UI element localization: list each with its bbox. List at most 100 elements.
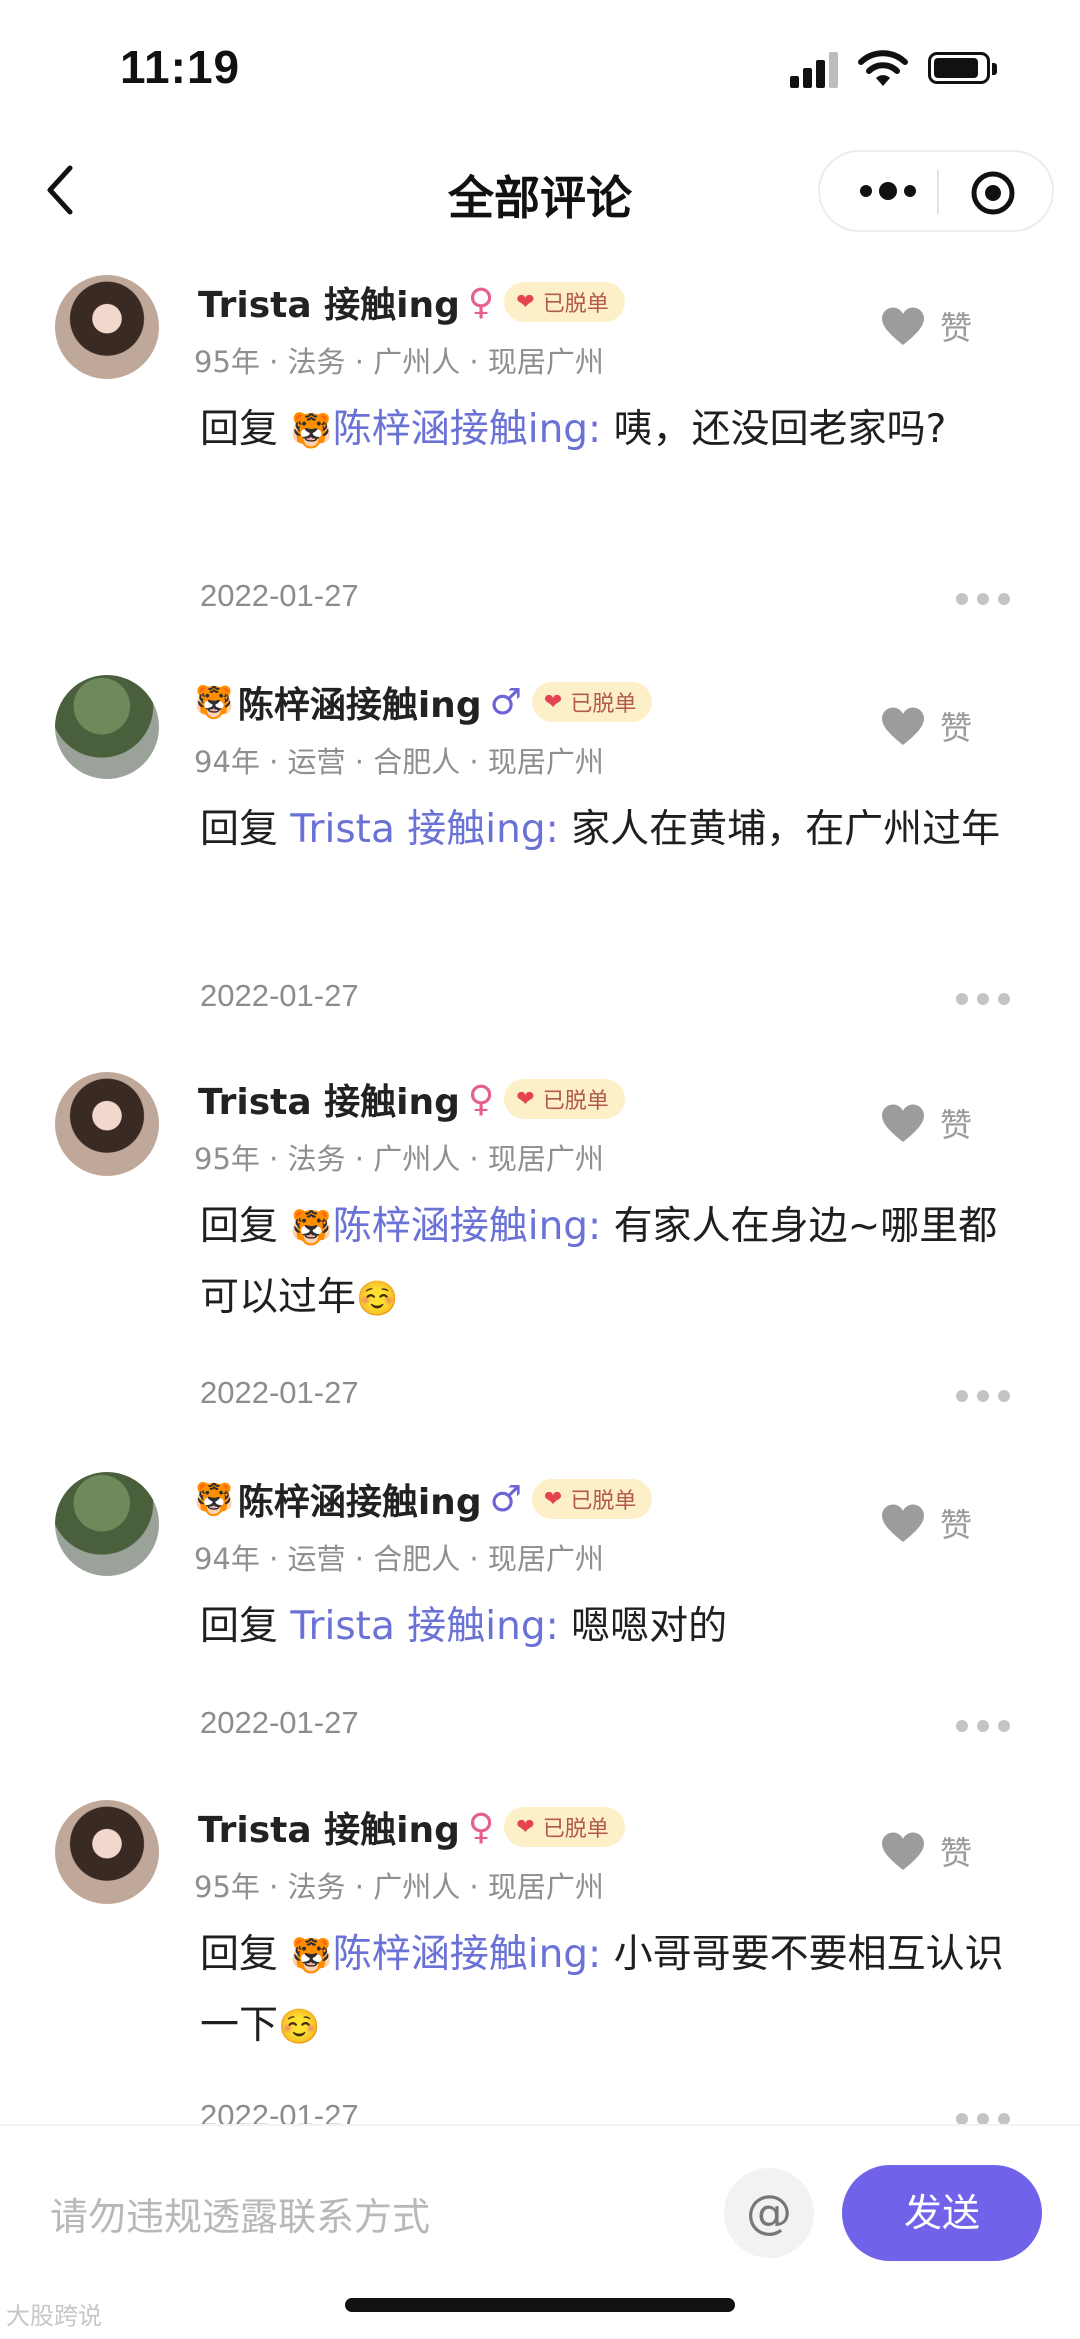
commenter-name[interactable]: Trista 接触ing bbox=[198, 1801, 460, 1853]
comment-header: Trista 接触ing ♀ ❤ 已脱单 bbox=[194, 276, 625, 328]
status-badge: ❤ 已脱单 bbox=[504, 1807, 625, 1847]
badge-label: 已脱单 bbox=[542, 1089, 609, 1114]
badge-label: 已脱单 bbox=[542, 292, 609, 317]
comment-body: 回复 🐯陈梓涵接触ing: 咦，还没回老家吗? bbox=[200, 395, 1020, 466]
mention-link[interactable]: Trista 接触ing: bbox=[290, 807, 558, 852]
mention-link[interactable]: 陈梓涵接触ing: bbox=[333, 1932, 601, 1977]
heart-icon bbox=[882, 707, 924, 745]
mention-link[interactable]: 陈梓涵接触ing: bbox=[333, 1204, 601, 1249]
reply-prefix: 回复 bbox=[200, 807, 291, 852]
commenter-meta: 95年 · 法务 · 广州人 · 现居广州 bbox=[194, 1870, 604, 1904]
like-label: 赞 bbox=[940, 1506, 973, 1544]
comment-more-icon[interactable] bbox=[956, 1720, 1010, 1734]
comment-date: 2022-01-27 bbox=[200, 578, 359, 613]
like-button[interactable]: 赞 bbox=[880, 1828, 972, 1874]
comment-header: Trista 接触ing ♀ ❤ 已脱单 bbox=[194, 1073, 625, 1125]
like-button[interactable]: 赞 bbox=[880, 1500, 972, 1546]
badge-label: 已脱单 bbox=[542, 1817, 609, 1842]
reply-prefix: 回复 bbox=[200, 1204, 291, 1249]
heart-icon bbox=[882, 307, 924, 345]
status-badge: ❤ 已脱单 bbox=[504, 282, 625, 322]
commenter-meta: 94年 · 运营 · 合肥人 · 现居广州 bbox=[194, 745, 604, 779]
mention-link[interactable]: 陈梓涵接触ing: bbox=[333, 407, 601, 452]
avatar[interactable] bbox=[55, 1072, 159, 1176]
heart-badge-icon: ❤ bbox=[516, 1086, 535, 1112]
comment-text: 咦，还没回老家吗? bbox=[601, 407, 947, 452]
comment-header: Trista 接触ing ♀ ❤ 已脱单 bbox=[194, 1801, 625, 1853]
comment-input[interactable]: 请勿违规透露联系方式 bbox=[50, 2186, 430, 2241]
commenter-name[interactable]: Trista 接触ing bbox=[198, 1073, 460, 1125]
comment-header: 🐯 陈梓涵接触ing ♂ ❤ 已脱单 bbox=[194, 1473, 653, 1525]
mention-emoji: 🐯 bbox=[290, 1208, 333, 1248]
male-icon: ♂ bbox=[489, 681, 522, 723]
status-badge: ❤ 已脱单 bbox=[504, 1079, 625, 1119]
female-icon: ♀ bbox=[467, 1806, 495, 1848]
mention-link[interactable]: Trista 接触ing: bbox=[290, 1604, 558, 1649]
commenter-name[interactable]: 陈梓涵接触ing bbox=[238, 676, 482, 728]
status-time: 11:19 bbox=[120, 41, 241, 93]
watermark: 大股跨说 bbox=[6, 2302, 102, 2330]
reply-prefix: 回复 bbox=[200, 1604, 291, 1649]
comment-body: 回复 🐯陈梓涵接触ing: 有家人在身边~哪里都可以过年☺️ bbox=[200, 1192, 1020, 1334]
comment-text: 嗯嗯对的 bbox=[558, 1604, 728, 1649]
status-badge: ❤ 已脱单 bbox=[531, 682, 653, 722]
avatar[interactable] bbox=[55, 675, 159, 779]
heart-badge-icon: ❤ bbox=[516, 289, 535, 315]
like-button[interactable]: 赞 bbox=[880, 703, 972, 749]
send-button[interactable]: 发送 bbox=[842, 2165, 1042, 2261]
commenter-meta: 95年 · 法务 · 广州人 · 现居广州 bbox=[194, 345, 604, 379]
comment-text: 家人在黄埔，在广州过年 bbox=[558, 807, 1001, 852]
comment-date: 2022-01-27 bbox=[200, 978, 359, 1013]
home-indicator[interactable] bbox=[345, 2298, 735, 2312]
avatar[interactable] bbox=[55, 1472, 159, 1576]
comment-body: 回复 🐯陈梓涵接触ing: 小哥哥要不要相互认识一下☺️ bbox=[200, 1920, 1020, 2062]
female-icon: ♀ bbox=[467, 1078, 495, 1120]
nav-bar: 全部评论 bbox=[0, 140, 1080, 240]
commenter-meta: 95年 · 法务 · 广州人 · 现居广州 bbox=[194, 1142, 604, 1176]
cellular-signal-icon bbox=[790, 52, 840, 88]
name-emoji: 🐯 bbox=[194, 683, 234, 721]
trailing-emoji: ☺️ bbox=[278, 2007, 321, 2047]
comment-header: 🐯 陈梓涵接触ing ♂ ❤ 已脱单 bbox=[194, 676, 653, 728]
heart-badge-icon: ❤ bbox=[516, 1814, 535, 1840]
mention-emoji: 🐯 bbox=[290, 1936, 333, 1976]
commenter-name[interactable]: 陈梓涵接触ing bbox=[238, 1473, 482, 1525]
comment-more-icon[interactable] bbox=[956, 1390, 1010, 1404]
commenter-name[interactable]: Trista 接触ing bbox=[198, 276, 460, 328]
commenter-meta: 94年 · 运营 · 合肥人 · 现居广州 bbox=[194, 1542, 604, 1576]
avatar[interactable] bbox=[55, 275, 159, 379]
reply-prefix: 回复 bbox=[200, 407, 291, 452]
heart-badge-icon: ❤ bbox=[543, 1486, 563, 1512]
comment-date: 2022-01-27 bbox=[200, 1705, 359, 1740]
heart-icon bbox=[882, 1104, 924, 1142]
like-label: 赞 bbox=[940, 309, 973, 347]
heart-icon bbox=[882, 1832, 924, 1870]
close-mini-program-icon[interactable] bbox=[970, 170, 1016, 216]
status-badge: ❤ 已脱单 bbox=[531, 1479, 653, 1519]
mini-program-capsule bbox=[818, 150, 1054, 232]
heart-icon bbox=[882, 1504, 924, 1542]
comment-body: 回复 Trista 接触ing: 嗯嗯对的 bbox=[200, 1592, 1020, 1663]
like-button[interactable]: 赞 bbox=[880, 303, 972, 349]
avatar[interactable] bbox=[55, 1800, 159, 1904]
comment-more-icon[interactable] bbox=[956, 593, 1010, 607]
name-emoji: 🐯 bbox=[194, 1480, 234, 1518]
status-bar: 11:19 bbox=[0, 0, 1080, 140]
like-label: 赞 bbox=[940, 1106, 973, 1144]
badge-label: 已脱单 bbox=[570, 1489, 637, 1514]
like-label: 赞 bbox=[940, 709, 973, 747]
like-button[interactable]: 赞 bbox=[880, 1100, 972, 1146]
badge-label: 已脱单 bbox=[570, 692, 637, 717]
more-options-icon[interactable] bbox=[856, 176, 926, 206]
female-icon: ♀ bbox=[467, 281, 495, 323]
mention-emoji: 🐯 bbox=[290, 411, 333, 451]
capsule-divider bbox=[937, 170, 939, 214]
comment-more-icon[interactable] bbox=[956, 993, 1010, 1007]
reply-prefix: 回复 bbox=[200, 1932, 291, 1977]
mention-button[interactable]: @ bbox=[724, 2168, 814, 2258]
wifi-icon bbox=[858, 50, 908, 86]
male-icon: ♂ bbox=[489, 1478, 522, 1520]
like-label: 赞 bbox=[940, 1834, 973, 1872]
heart-badge-icon: ❤ bbox=[543, 689, 563, 715]
comment-date: 2022-01-27 bbox=[200, 1375, 359, 1410]
